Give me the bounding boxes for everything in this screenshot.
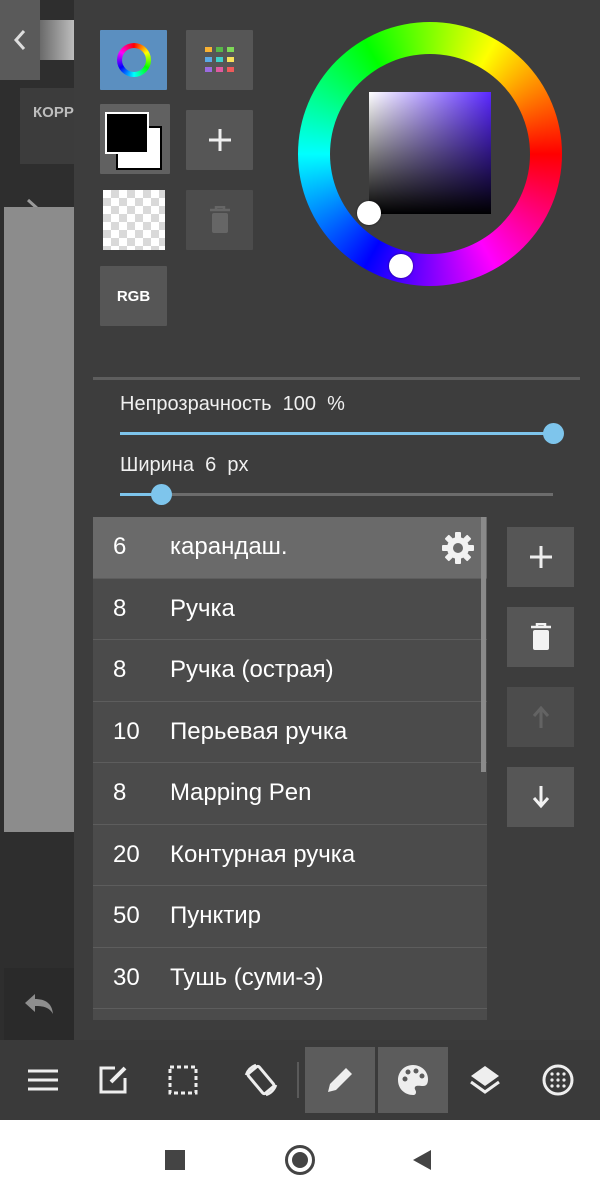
- brush-name: Пунктир: [170, 902, 262, 930]
- back-icon: [413, 1150, 431, 1170]
- material-icon: [542, 1064, 574, 1096]
- brush-row[interactable]: 6 карандаш.: [93, 517, 487, 579]
- pen-tool-button[interactable]: [305, 1047, 375, 1113]
- brush-size: 20: [113, 840, 140, 868]
- brush-size: 8: [113, 594, 127, 622]
- rotate-button[interactable]: [226, 1047, 296, 1113]
- arrow-down-icon: [532, 786, 549, 809]
- trash-icon: [530, 623, 551, 650]
- rgb-mode-button[interactable]: RGB: [100, 266, 167, 326]
- arrow-up-icon: [532, 705, 549, 728]
- hue-handle[interactable]: [389, 254, 413, 278]
- layers-button[interactable]: [450, 1047, 520, 1113]
- correction-button[interactable]: КОРР: [20, 88, 74, 164]
- color-wheel-mode-button[interactable]: [100, 30, 167, 90]
- home-button[interactable]: [280, 1140, 320, 1180]
- menu-icon: [28, 1069, 58, 1091]
- color-button[interactable]: [378, 1047, 448, 1113]
- saturation-value-handle[interactable]: [357, 201, 381, 225]
- move-brush-down-button[interactable]: [507, 767, 574, 827]
- brush-list-scrollbar[interactable]: [481, 517, 486, 772]
- chevron-left-icon: [13, 30, 26, 50]
- trash-icon: [209, 206, 230, 233]
- brush-size: 10: [113, 717, 140, 745]
- width-slider-track[interactable]: [162, 493, 553, 496]
- delete-color-button[interactable]: [186, 190, 253, 250]
- brush-size: 50: [113, 902, 140, 930]
- palette-icon: [398, 1065, 428, 1095]
- brush-name: Контурная ручка: [170, 840, 356, 868]
- brush-row[interactable]: 30 Тушь (суми-э): [93, 948, 487, 1009]
- brush-name: Ручка (острая): [170, 656, 334, 684]
- brush-size: 8: [113, 656, 127, 684]
- saturation-value-square[interactable]: [369, 92, 491, 214]
- brush-row[interactable]: 8 Ручка (острая): [93, 640, 487, 702]
- material-button[interactable]: [523, 1047, 593, 1113]
- brush-row[interactable]: 20 Контурная ручка: [93, 825, 487, 886]
- brush-name: карандаш.: [170, 533, 288, 561]
- selection-button[interactable]: [148, 1047, 218, 1113]
- brush-size: 8: [113, 779, 127, 807]
- width-label: Ширина 6 px: [120, 454, 249, 476]
- brush-row[interactable]: 50 Пунктир: [93, 886, 487, 948]
- add-brush-button[interactable]: [507, 527, 574, 587]
- brush-name: Тушь (суми-э): [170, 963, 324, 991]
- move-brush-up-button[interactable]: [507, 687, 574, 747]
- system-navigation-bar: [0, 1120, 600, 1200]
- selection-icon: [168, 1065, 198, 1095]
- undo-icon: [25, 994, 53, 1014]
- opacity-slider-handle[interactable]: [543, 423, 564, 444]
- transparent-color-button[interactable]: [100, 190, 167, 250]
- plus-icon: [529, 546, 552, 568]
- brush-row[interactable]: 8 Ручка: [93, 579, 487, 640]
- edit-icon: [99, 1066, 127, 1094]
- brush-name: Перьевая ручка: [170, 717, 348, 745]
- width-slider-handle[interactable]: [151, 484, 172, 505]
- brush-row[interactable]: 10 Перьевая ручка: [93, 702, 487, 763]
- foreground-color-swatch: [105, 112, 149, 154]
- brush-size: 30: [113, 963, 140, 991]
- gear-icon[interactable]: [441, 531, 475, 565]
- brush-name: Mapping Pen: [170, 779, 312, 807]
- swatches-button[interactable]: [186, 30, 253, 90]
- opacity-slider-track[interactable]: [120, 432, 554, 435]
- recents-icon: [165, 1150, 185, 1170]
- rotate-icon: [244, 1063, 278, 1097]
- toolbar-separator: [297, 1062, 299, 1098]
- side-slider-panel[interactable]: [4, 207, 74, 832]
- layers-icon: [470, 1066, 500, 1094]
- palette-grid-icon: [204, 47, 234, 72]
- brush-list: 6 карандаш. 8 Ручка 8 Ручка (острая) 10 …: [93, 517, 487, 1020]
- brush-row[interactable]: 8 Mapping Pen: [93, 763, 487, 825]
- menu-button[interactable]: [8, 1047, 78, 1113]
- color-wheel-icon: [116, 43, 151, 77]
- section-divider: [93, 377, 580, 380]
- back-button[interactable]: [402, 1140, 442, 1180]
- bottom-toolbar: [0, 1040, 600, 1120]
- delete-brush-button[interactable]: [507, 607, 574, 667]
- canvas-thumbnail[interactable]: [40, 20, 74, 60]
- transparency-checker: [102, 190, 165, 250]
- add-color-button[interactable]: [186, 110, 253, 170]
- brush-size: 6: [113, 533, 127, 561]
- recents-button[interactable]: [155, 1140, 195, 1180]
- collapse-panel-button[interactable]: [0, 0, 40, 80]
- home-icon: [285, 1145, 315, 1175]
- edit-button[interactable]: [78, 1047, 148, 1113]
- brush-name: Ручка: [170, 594, 235, 622]
- plus-icon: [208, 129, 231, 151]
- fg-bg-color-button[interactable]: [100, 104, 170, 174]
- opacity-label: Непрозрачность 100 %: [120, 393, 345, 415]
- undo-button[interactable]: [4, 968, 74, 1040]
- pen-icon: [328, 1068, 352, 1092]
